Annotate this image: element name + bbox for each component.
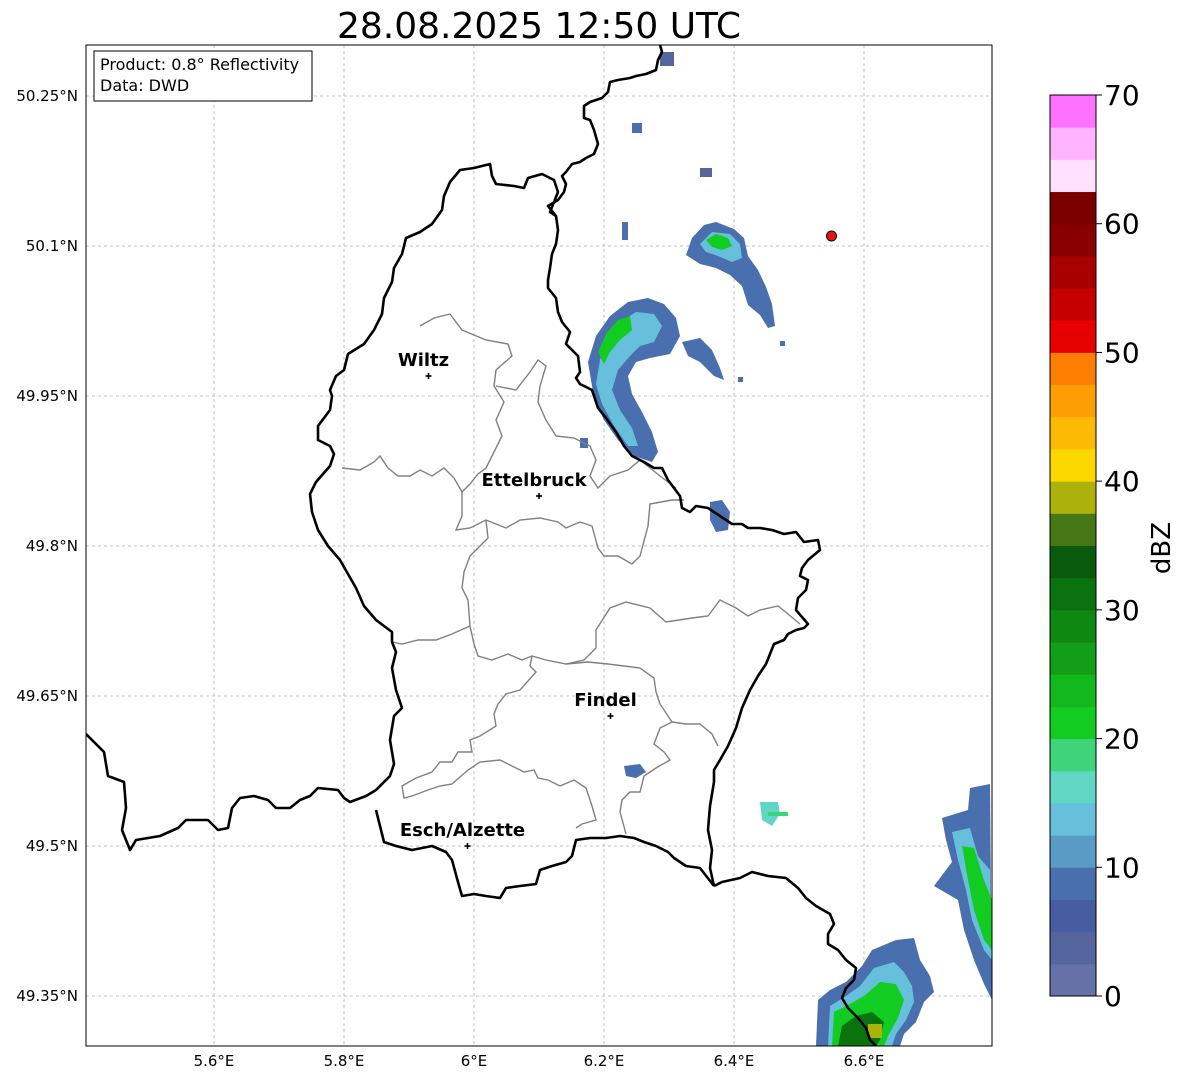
lon-tick-label: 6.4°E bbox=[714, 1052, 755, 1070]
colorbar-tick-label: 30 bbox=[1104, 594, 1140, 627]
lat-tick-label: 49.95°N bbox=[16, 387, 78, 405]
colorbar-tick-label: 60 bbox=[1104, 208, 1140, 241]
lon-tick-label: 5.8°E bbox=[324, 1052, 365, 1070]
colorbar-segment bbox=[1050, 384, 1096, 418]
info-product: Product: 0.8° Reflectivity bbox=[100, 55, 299, 74]
colorbar-tick-label: 40 bbox=[1104, 465, 1140, 498]
info-source: Data: DWD bbox=[100, 76, 189, 95]
colorbar-label: dBZ bbox=[1147, 522, 1177, 574]
colorbar-segment bbox=[1050, 770, 1096, 804]
colorbar-segment bbox=[1050, 642, 1096, 675]
lon-tick-label: 6.2°E bbox=[584, 1052, 625, 1070]
longitude-tick-labels: 5.6°E 5.8°E 6°E 6.2°E 6.4°E 6.6°E bbox=[194, 1052, 885, 1070]
colorbar-tick-label: 10 bbox=[1104, 851, 1140, 884]
colorbar-tick-label: 70 bbox=[1104, 79, 1140, 112]
colorbar-segment bbox=[1050, 481, 1096, 514]
lon-tick-label: 5.6°E bbox=[194, 1052, 235, 1070]
lat-tick-label: 50.25°N bbox=[16, 87, 78, 105]
colorbar-segment bbox=[1050, 448, 1096, 482]
radar-map: WiltzEttelbruckFindelEsch/Alzette 5.6°E 5… bbox=[16, 44, 1177, 1070]
lat-tick-label: 49.5°N bbox=[26, 837, 78, 855]
colorbar-segment bbox=[1050, 931, 1096, 965]
colorbar-segment bbox=[1050, 835, 1096, 868]
city-label: Ettelbruck bbox=[481, 470, 587, 491]
lat-tick-label: 49.65°N bbox=[16, 687, 78, 705]
colorbar-segment bbox=[1050, 802, 1096, 836]
colorbar-tick-label: 20 bbox=[1104, 723, 1140, 756]
lon-tick-label: 6°E bbox=[461, 1052, 488, 1070]
lat-tick-label: 50.1°N bbox=[26, 237, 78, 255]
location-marker bbox=[826, 230, 837, 242]
colorbar-segment bbox=[1050, 191, 1096, 225]
lat-tick-label: 49.35°N bbox=[16, 987, 78, 1005]
colorbar-segment bbox=[1050, 288, 1096, 321]
latitude-tick-labels: 50.25°N 50.1°N 49.95°N 49.8°N 49.65°N 49.5°N 4… bbox=[16, 87, 78, 1005]
colorbar-segment bbox=[1050, 577, 1096, 611]
city-label: Wiltz bbox=[398, 350, 449, 371]
colorbar-segment bbox=[1050, 255, 1096, 289]
colorbar-segment bbox=[1050, 95, 1096, 128]
lat-tick-label: 49.8°N bbox=[26, 537, 78, 555]
city-label: Esch/Alzette bbox=[400, 820, 525, 841]
colorbar-ticks: 0 10 20 30 40 50 60 70 bbox=[1096, 79, 1140, 1013]
colorbar-segment bbox=[1050, 159, 1096, 193]
colorbar-segment bbox=[1050, 513, 1096, 546]
city-label: Findel bbox=[574, 690, 637, 711]
colorbar-tick-label: 0 bbox=[1104, 980, 1122, 1013]
colorbar-segment bbox=[1050, 867, 1096, 900]
colorbar-segment bbox=[1050, 545, 1096, 579]
colorbar-segment bbox=[1050, 416, 1096, 450]
colorbar-segment bbox=[1050, 706, 1096, 740]
colorbar bbox=[1050, 95, 1096, 997]
colorbar-segment bbox=[1050, 674, 1096, 707]
colorbar-segment bbox=[1050, 320, 1096, 353]
colorbar-segment bbox=[1050, 738, 1096, 772]
lon-tick-label: 6.6°E bbox=[844, 1052, 885, 1070]
colorbar-tick-label: 50 bbox=[1104, 336, 1140, 369]
info-box: Product: 0.8° Reflectivity Data: DWD bbox=[93, 50, 313, 102]
colorbar-segment bbox=[1050, 609, 1096, 643]
colorbar-segment bbox=[1050, 963, 1096, 997]
colorbar-segment bbox=[1050, 352, 1096, 386]
colorbar-segment bbox=[1050, 899, 1096, 933]
colorbar-segment bbox=[1050, 223, 1096, 257]
colorbar-segment bbox=[1050, 127, 1096, 160]
plot-area bbox=[86, 45, 992, 1046]
